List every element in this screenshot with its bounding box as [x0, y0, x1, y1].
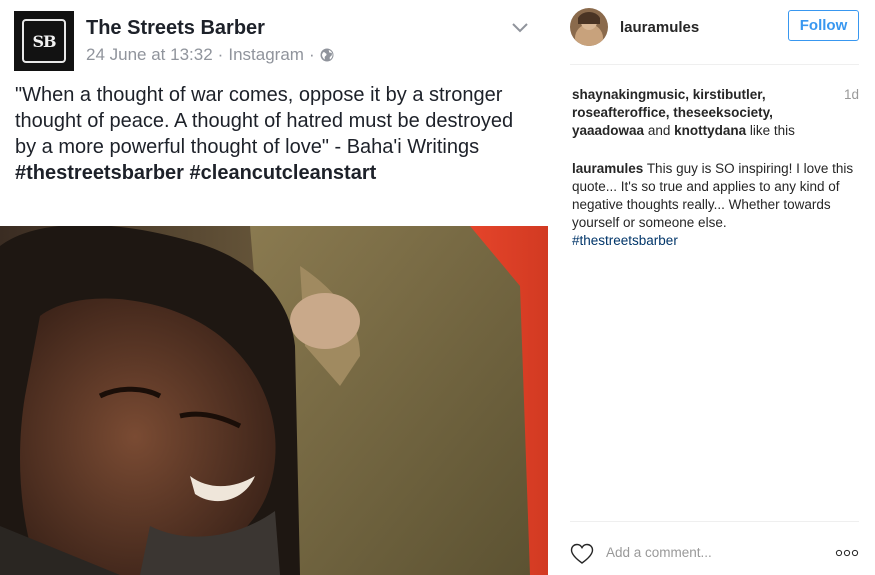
facebook-post: SB The Streets Barber 24 June at 13:32 ·… — [0, 0, 548, 575]
time-ago[interactable]: 1d — [844, 87, 859, 102]
barber-photo — [0, 226, 548, 575]
like-user[interactable]: yaaadowaa — [572, 123, 644, 138]
comment-hashtag[interactable]: #thestreetsbarber — [572, 233, 678, 248]
post-caption: "When a thought of war comes, oppose it … — [15, 82, 535, 186]
post-date[interactable]: 24 June at 13:32 — [86, 45, 213, 65]
caption-quote: "When a thought of war comes, oppose it … — [15, 84, 514, 158]
chevron-down-icon[interactable] — [511, 22, 529, 34]
globe-icon[interactable] — [320, 48, 334, 62]
divider — [570, 64, 859, 65]
comment: lauramules This guy is SO inspiring! I l… — [572, 160, 857, 250]
heart-icon[interactable] — [570, 543, 594, 565]
post-header: SB The Streets Barber 24 June at 13:32 ·… — [14, 10, 534, 72]
likes-users-line2[interactable]: roseafteroffice, theseeksociety, — [572, 105, 773, 120]
likes-suffix: like this — [749, 123, 795, 138]
likes-and: and — [647, 123, 671, 138]
like-user[interactable]: knottydana — [674, 123, 746, 138]
likes-list: shaynakingmusic, kirstibutler, roseafter… — [572, 86, 812, 140]
post-photo[interactable] — [0, 226, 548, 575]
meta-separator: · — [308, 45, 315, 64]
avatar-image — [570, 8, 608, 46]
comment-user[interactable]: lauramules — [572, 161, 643, 176]
username[interactable]: lauramules — [620, 19, 699, 36]
add-comment-input[interactable]: Add a comment... — [606, 545, 712, 560]
page-avatar[interactable]: SB — [14, 11, 74, 71]
instagram-panel: lauramules Follow shaynakingmusic, kirst… — [548, 0, 875, 575]
post-source[interactable]: Instagram — [228, 45, 304, 65]
page-logo: SB — [22, 19, 66, 63]
caption-hashtags[interactable]: #thestreetsbarber #cleancutcleanstart — [15, 160, 535, 186]
avatar[interactable] — [570, 8, 608, 46]
follow-button[interactable]: Follow — [788, 10, 859, 41]
page-name[interactable]: The Streets Barber — [86, 17, 265, 40]
meta-separator: · — [217, 45, 224, 64]
divider — [570, 521, 859, 522]
likes-users-line1[interactable]: shaynakingmusic, kirstibutler, — [572, 87, 766, 102]
post-meta: 24 June at 13:32 · Instagram · — [86, 45, 334, 65]
more-options-icon[interactable] — [835, 549, 859, 557]
